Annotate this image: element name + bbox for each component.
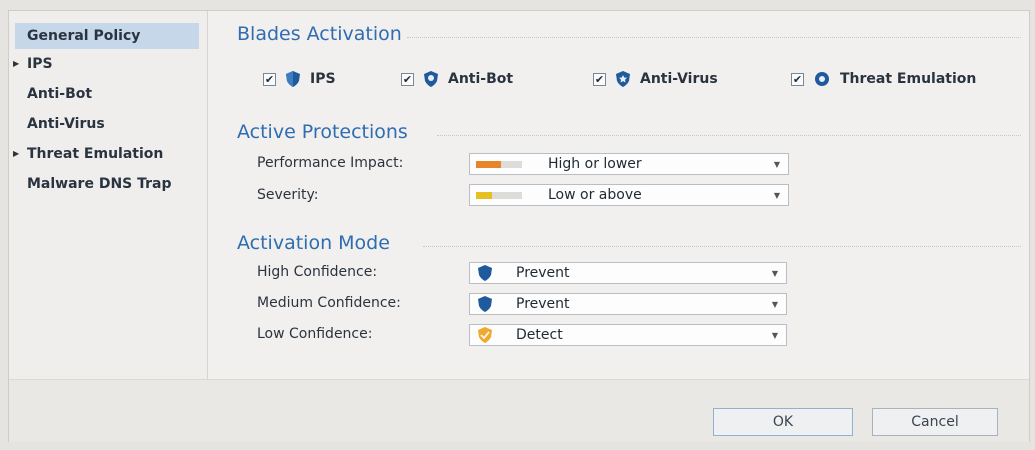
blades-activation-title: Blades Activation	[237, 23, 402, 45]
section-divider	[407, 37, 1021, 38]
chevron-down-icon: ▼	[771, 331, 778, 340]
performance-impact-dropdown[interactable]: High or lower ▼	[469, 153, 789, 175]
blade-threat-emulation[interactable]: ✔ Threat Emulation	[791, 69, 976, 89]
ips-shield-icon	[286, 71, 300, 87]
high-confidence-label: High Confidence:	[257, 264, 378, 280]
chevron-down-icon: ▼	[773, 191, 780, 200]
sidebar-item-label: Malware DNS Trap	[27, 176, 172, 192]
ok-button[interactable]: OK	[713, 408, 853, 436]
detect-shield-icon	[478, 327, 492, 343]
threat-emulation-checkbox[interactable]: ✔	[791, 72, 804, 86]
active-protections-title: Active Protections	[237, 121, 408, 143]
policy-dialog: General Policy ▶ IPS Anti-Bot Anti-Virus…	[8, 10, 1030, 442]
ips-checkbox[interactable]: ✔	[263, 72, 276, 86]
dialog-footer: OK Cancel	[9, 379, 1029, 442]
anti-virus-checkbox[interactable]: ✔	[593, 72, 606, 86]
high-confidence-value: Prevent	[516, 265, 570, 281]
blade-label: IPS	[310, 71, 336, 87]
prevent-shield-icon	[478, 265, 492, 281]
cancel-button[interactable]: Cancel	[872, 408, 998, 436]
medium-confidence-dropdown[interactable]: Prevent ▼	[469, 293, 787, 315]
blade-anti-virus[interactable]: ✔ Anti-Virus	[593, 69, 718, 89]
sidebar-item-label: Threat Emulation	[27, 146, 164, 162]
threat-emulation-gear-icon	[815, 72, 829, 86]
severity-value: Low or above	[548, 187, 642, 203]
low-confidence-value: Detect	[516, 327, 563, 343]
expand-arrow-icon[interactable]: ▶	[13, 51, 19, 77]
low-confidence-label: Low Confidence:	[257, 326, 373, 342]
blade-label: Threat Emulation	[840, 71, 977, 87]
sidebar-item-ips[interactable]: ▶ IPS	[9, 51, 199, 77]
level-fill	[476, 161, 502, 168]
sidebar-item-label: IPS	[27, 56, 53, 72]
sidebar-item-label: General Policy	[27, 28, 141, 44]
anti-virus-shield-icon	[616, 71, 630, 87]
severity-label: Severity:	[257, 187, 319, 203]
blade-label: Anti-Virus	[640, 71, 718, 87]
medium-confidence-label: Medium Confidence:	[257, 295, 401, 311]
sidebar-item-label: Anti-Bot	[27, 86, 93, 102]
section-divider	[423, 246, 1021, 247]
expand-arrow-icon[interactable]: ▶	[13, 141, 19, 167]
sidebar-item-anti-virus[interactable]: Anti-Virus	[9, 111, 199, 137]
high-confidence-dropdown[interactable]: Prevent ▼	[469, 262, 787, 284]
activation-mode-title: Activation Mode	[237, 232, 390, 254]
anti-bot-checkbox[interactable]: ✔	[401, 72, 414, 86]
performance-impact-value: High or lower	[548, 156, 642, 172]
severity-level-bar	[476, 192, 522, 199]
sidebar-item-anti-bot[interactable]: Anti-Bot	[9, 81, 199, 107]
severity-dropdown[interactable]: Low or above ▼	[469, 184, 789, 206]
chevron-down-icon: ▼	[771, 269, 778, 278]
prevent-shield-icon	[478, 296, 492, 312]
chevron-down-icon: ▼	[773, 160, 780, 169]
blade-anti-bot[interactable]: ✔ Anti-Bot	[401, 69, 513, 89]
performance-impact-label: Performance Impact:	[257, 155, 404, 171]
blade-label: Anti-Bot	[448, 71, 514, 87]
anti-bot-shield-icon	[424, 71, 438, 87]
main-panel: Blades Activation ✔ IPS ✔ Anti-Bot ✔ Ant…	[227, 11, 1029, 379]
medium-confidence-value: Prevent	[516, 296, 570, 312]
level-fill	[476, 192, 493, 199]
chevron-down-icon: ▼	[771, 300, 778, 309]
blade-ips[interactable]: ✔ IPS	[263, 69, 336, 89]
sidebar-item-malware-dns-trap[interactable]: Malware DNS Trap	[9, 171, 199, 197]
low-confidence-dropdown[interactable]: Detect ▼	[469, 324, 787, 346]
sidebar-item-general-policy[interactable]: General Policy	[15, 23, 199, 49]
sidebar: General Policy ▶ IPS Anti-Bot Anti-Virus…	[9, 11, 208, 379]
performance-impact-level-bar	[476, 161, 522, 168]
sidebar-item-threat-emulation[interactable]: ▶ Threat Emulation	[9, 141, 199, 167]
section-divider	[437, 135, 1021, 136]
sidebar-item-label: Anti-Virus	[27, 116, 105, 132]
